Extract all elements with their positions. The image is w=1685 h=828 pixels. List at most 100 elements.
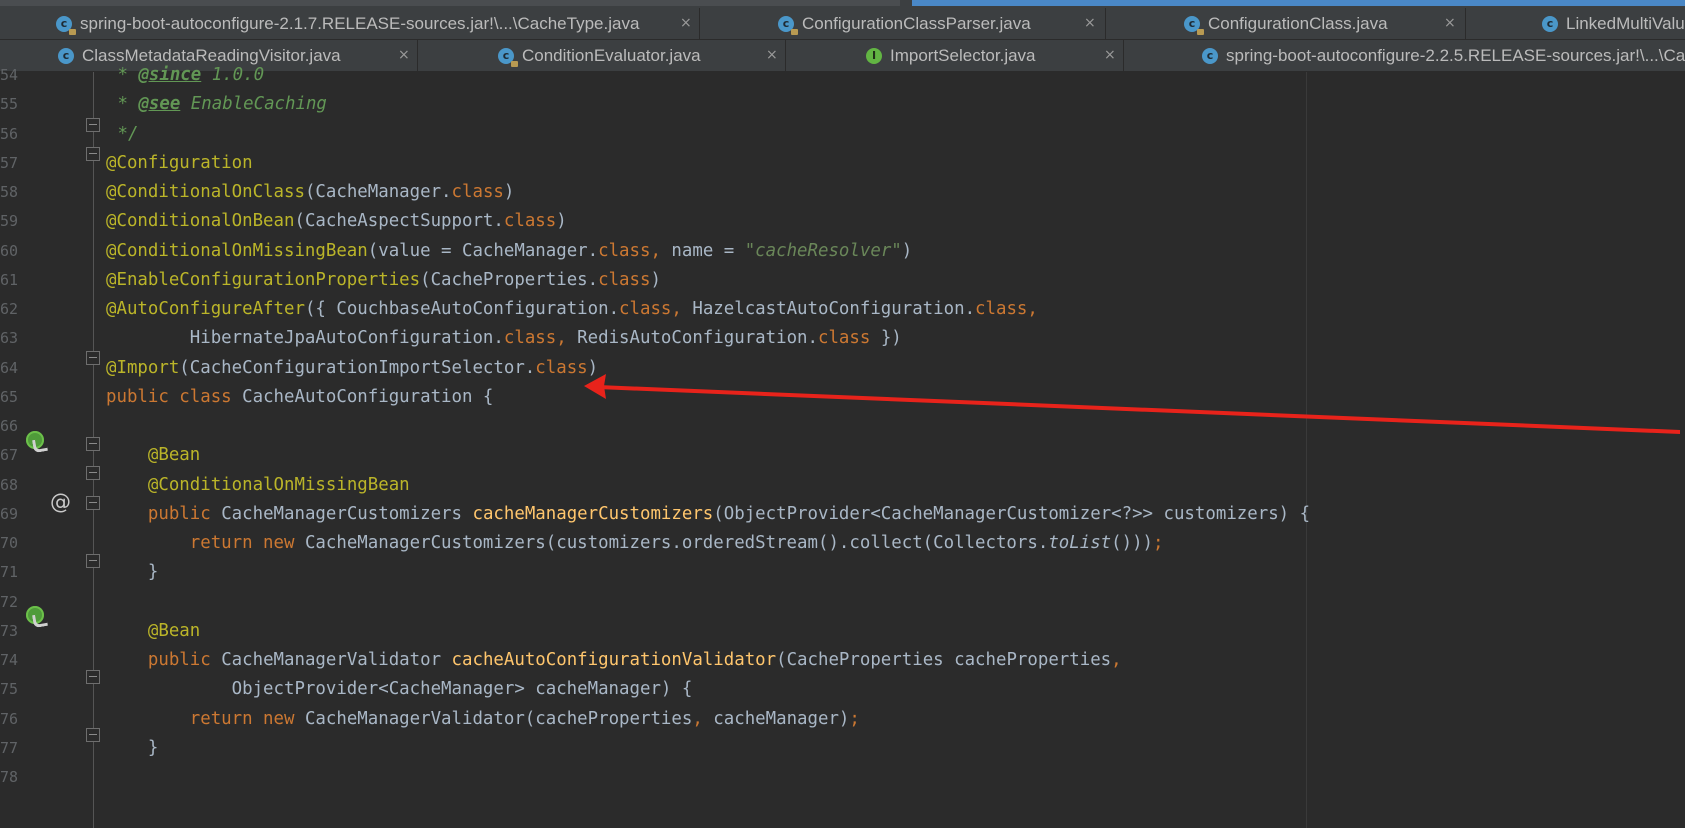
tab-label: spring-boot-autoconfigure-2.1.7.RELEASE-… [80, 13, 640, 33]
java-class-icon: c [778, 15, 798, 35]
tab-label: ConfigurationClass.java [1208, 13, 1388, 33]
code-token: return new [189, 533, 305, 553]
code-line[interactable]: @AutoConfigureAfter({ CouchbaseAutoConfi… [106, 294, 1038, 325]
spring-bean-icon[interactable] [26, 606, 44, 624]
close-icon[interactable]: × [1104, 47, 1116, 63]
code-token: class, [503, 328, 578, 349]
close-icon[interactable]: × [1444, 15, 1456, 31]
fold-marker[interactable] [86, 147, 100, 161]
fold-marker[interactable] [86, 466, 100, 480]
line-number: 78 [0, 768, 19, 786]
code-token: public class [106, 386, 243, 407]
line-number: 76 [0, 709, 19, 728]
code-token: class, [619, 299, 693, 319]
code-token: ; [849, 708, 860, 729]
code-token: @ConditionalOnMissingBean [147, 474, 410, 495]
code-token: toList [1048, 533, 1112, 553]
java-class-icon: c [1184, 15, 1204, 35]
code-token: (value = CacheManager. [367, 240, 599, 261]
fold-marker[interactable] [86, 728, 100, 742]
code-token: ) [503, 182, 515, 202]
spring-bean-icon[interactable] [26, 431, 44, 449]
java-class-icon: c [56, 15, 76, 35]
code-token: * [107, 65, 139, 85]
code-line[interactable]: @ConditionalOnBean(CacheAspectSupport.cl… [106, 206, 567, 237]
code-token: CacheManagerValidator [221, 650, 452, 670]
code-token: ) [587, 357, 599, 378]
code-token: CacheManagerValidator(cacheProperties [304, 708, 693, 729]
code-token: */ [107, 123, 139, 144]
code-token: class [451, 182, 504, 202]
line-number: 74 [0, 651, 19, 669]
tab-cachetype[interactable]: c spring-boot-autoconfigure-2.1.7.RELEAS… [0, 8, 700, 39]
line-number: 69 [0, 504, 19, 523]
code-token: 1.0.0 [201, 65, 265, 85]
code-token: EnableCaching [180, 94, 327, 115]
code-token: ) [556, 211, 567, 232]
line-number: 63 [0, 329, 19, 348]
code-line[interactable]: ObjectProvider<CacheManager> cacheManage… [106, 674, 693, 705]
code-line[interactable]: */ [107, 119, 138, 150]
code-line[interactable]: public CacheManagerCustomizers cacheMana… [106, 499, 1310, 530]
code-line[interactable]: @Bean [106, 616, 200, 647]
code-line[interactable]: @Import(CacheConfigurationImportSelector… [106, 353, 598, 384]
line-number: 56 [0, 124, 19, 143]
code-line[interactable]: @ConditionalOnMissingBean(value = CacheM… [106, 236, 912, 267]
line-number: 65 [0, 387, 19, 406]
tab-conditionevaluator[interactable]: c ConditionEvaluator.java × [418, 40, 786, 71]
fold-marker[interactable] [86, 437, 100, 451]
code-token: @since [138, 65, 202, 85]
tab-linkedmultivalue[interactable]: c LinkedMultiValu [1466, 8, 1685, 39]
code-line[interactable]: * @see EnableCaching [107, 89, 327, 120]
code-token: cacheManager) [713, 708, 850, 729]
code-token: public [147, 650, 222, 670]
code-line[interactable]: return new CacheManagerCustomizers(custo… [106, 528, 1164, 559]
close-icon[interactable]: × [398, 47, 410, 63]
annotation-gutter-icon[interactable]: @ [50, 490, 71, 514]
code-line[interactable]: @ConditionalOnMissingBean [106, 470, 410, 501]
tab-configurationclassparser[interactable]: c ConfigurationClassParser.java × [700, 8, 1106, 39]
java-class-icon: c [1202, 47, 1218, 64]
code-line[interactable]: @EnableConfigurationProperties(CacheProp… [106, 265, 661, 296]
tab-cacheautoconfiguration[interactable]: c spring-boot-autoconfigure-2.2.5.RELEAS… [1124, 40, 1685, 71]
tab-importselector[interactable]: I ImportSelector.java × [786, 40, 1124, 71]
tab-label: ConditionEvaluator.java [522, 45, 701, 65]
code-editor[interactable]: 54 * @since 1.0.0 55 * @see EnableCaching… [0, 65, 1685, 828]
fold-marker[interactable] [86, 496, 100, 510]
code-token: }) [870, 328, 902, 349]
code-token: ) [901, 240, 913, 261]
code-token: class [535, 357, 588, 378]
code-token: CacheAutoConfiguration { [242, 386, 494, 407]
code-token: , [692, 708, 714, 729]
fold-marker[interactable] [86, 118, 100, 132]
close-icon[interactable]: × [766, 47, 778, 63]
tab-row-1: c spring-boot-autoconfigure-2.1.7.RELEAS… [0, 8, 1685, 40]
code-line[interactable]: @Configuration [106, 148, 253, 179]
code-line[interactable]: } [106, 557, 158, 588]
code-line[interactable]: public class CacheAutoConfiguration { [106, 382, 493, 413]
close-icon[interactable]: × [680, 15, 692, 31]
fold-marker[interactable] [86, 351, 100, 365]
code-line[interactable]: * @since 1.0.0 [107, 60, 264, 91]
tab-label: ConfigurationClassParser.java [802, 13, 1031, 33]
code-line[interactable]: return new CacheManagerValidator(cachePr… [106, 704, 860, 735]
fold-marker[interactable] [86, 670, 100, 684]
code-line[interactable]: @Bean [106, 440, 200, 471]
tab-configurationclass[interactable]: c ConfigurationClass.java × [1106, 8, 1466, 39]
fold-marker[interactable] [86, 554, 100, 568]
code-line[interactable]: @ConditionalOnClass(CacheManager.class) [106, 177, 514, 208]
line-number: 66 [0, 417, 19, 435]
code-token: @ConditionalOnBean [106, 211, 295, 232]
code-line[interactable]: HibernateJpaAutoConfiguration.class, Red… [106, 323, 902, 354]
tab-label: LinkedMultiValu [1566, 13, 1685, 33]
line-number: 73 [0, 621, 19, 640]
close-icon[interactable]: × [1084, 15, 1096, 31]
code-line[interactable]: } [106, 733, 158, 764]
code-line[interactable]: public CacheManagerValidator cacheAutoCo… [106, 645, 1122, 676]
line-number: 59 [0, 212, 19, 231]
code-token: (CacheAspectSupport. [294, 211, 504, 232]
